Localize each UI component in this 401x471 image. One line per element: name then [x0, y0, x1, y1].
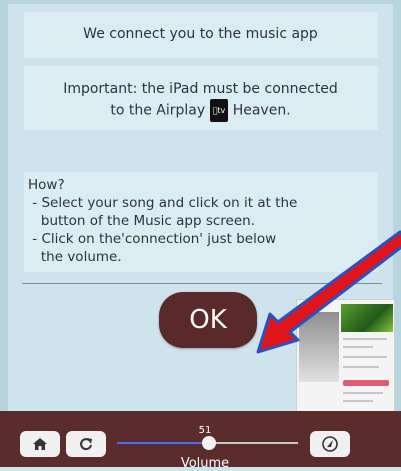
airplay-icon: [322, 436, 338, 452]
screenshot-left-panel: [299, 312, 339, 382]
important-line-2: to the Airplay: [110, 102, 206, 119]
home-icon: [33, 438, 47, 450]
music-app-screenshot: [296, 299, 395, 415]
screenshot-line: [343, 356, 387, 358]
how-instructions: How? - Select your song and click on it …: [28, 176, 297, 266]
volume-value: 51: [198, 425, 212, 436]
screenshot-line: [343, 346, 373, 348]
album-art-image: [341, 304, 393, 332]
how-title: How?: [28, 177, 65, 193]
divider: [22, 283, 382, 284]
appletv-icon: tv: [209, 99, 229, 122]
screenshot-line: [343, 338, 387, 340]
volume-slider[interactable]: [117, 436, 298, 450]
redo-button[interactable]: [66, 431, 106, 457]
important-text: Important: the iPad must be connected to…: [0, 80, 401, 122]
airplay-button[interactable]: [310, 431, 350, 457]
volume-slider-fill: [117, 442, 210, 444]
volume-slider-knob[interactable]: [202, 436, 217, 450]
redo-icon: [80, 438, 92, 451]
control-bar: 51 Volume: [0, 411, 401, 471]
volume-label: Volume: [180, 456, 230, 471]
screenshot-line: [343, 400, 373, 402]
home-button[interactable]: [20, 431, 60, 457]
screenshot-line: [343, 366, 379, 368]
heaven-text: Heaven.: [230, 102, 291, 119]
screenshot-line: [343, 392, 383, 394]
screenshot-button: [343, 380, 389, 386]
important-line-1: Important: the iPad must be connected: [63, 81, 338, 97]
intro-text: We connect you to the music app: [83, 26, 318, 42]
ok-button[interactable]: OK: [159, 292, 257, 348]
how-steps: - Select your song and click on it at th…: [32, 195, 298, 265]
